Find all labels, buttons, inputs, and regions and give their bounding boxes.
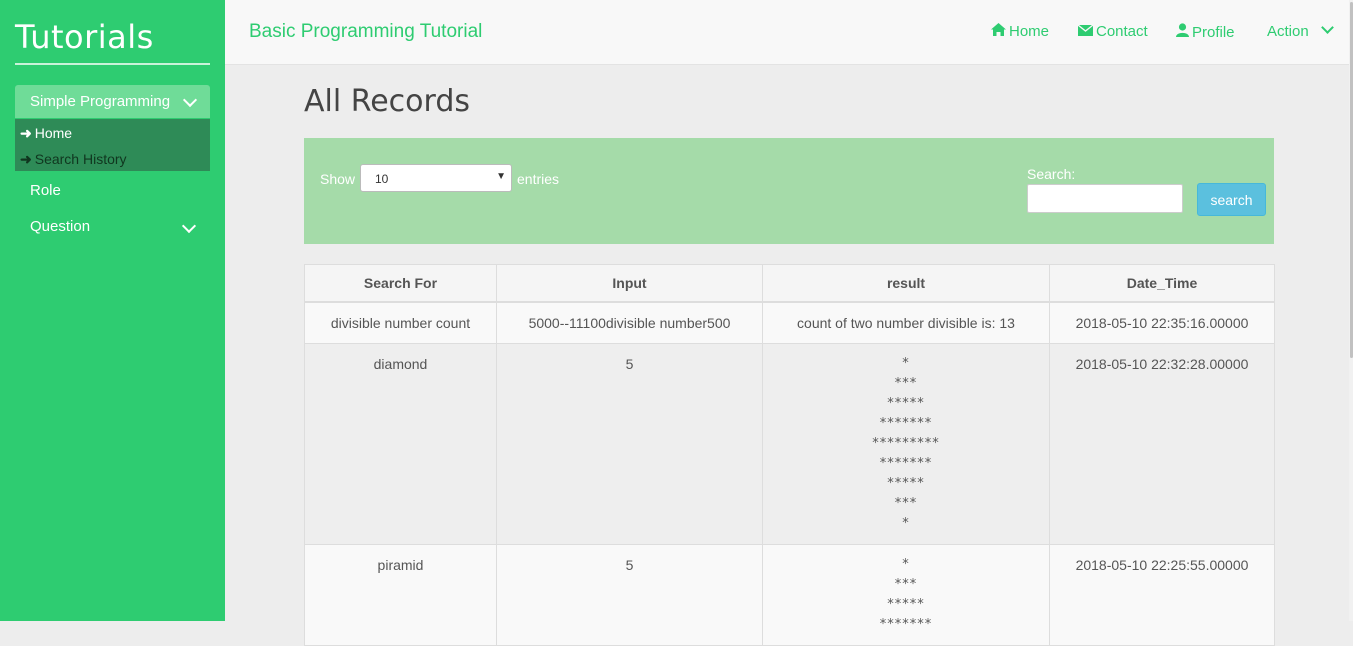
- entries-select-value: 10: [375, 172, 389, 186]
- home-icon: [991, 23, 1006, 39]
- table-row: piramid 5 * *** ***** ******* 2018-05-10…: [304, 544, 1275, 646]
- nav-link-label: Profile: [1192, 24, 1235, 41]
- column-header-search-for[interactable]: Search For: [304, 264, 497, 303]
- table-row: diamond 5 * *** ***** ******* ********* …: [304, 343, 1275, 545]
- chevron-down-icon: [1321, 21, 1334, 34]
- arrow-right-icon: ➜: [20, 125, 32, 141]
- submenu-item-label: Home: [34, 125, 73, 141]
- page-scrollbar[interactable]: [1349, 0, 1353, 621]
- cell-input: 5: [496, 343, 763, 545]
- sidebar-item-question[interactable]: Question: [30, 218, 197, 235]
- page-title: All Records: [304, 84, 471, 119]
- nav-action-dropdown[interactable]: Action: [1267, 21, 1334, 40]
- chevron-down-icon: [181, 218, 197, 234]
- table-header-row: Search For Input result Date_Time: [304, 264, 1275, 303]
- nav-contact-link[interactable]: Contact: [1077, 23, 1148, 40]
- records-table: Search For Input result Date_Time divisi…: [304, 264, 1275, 646]
- submenu-item-search-history[interactable]: ➜ Search History: [20, 151, 127, 168]
- cell-input: 5: [496, 544, 763, 646]
- column-header-input[interactable]: Input: [496, 264, 763, 303]
- nav-link-label: Contact: [1096, 23, 1148, 40]
- cell-date-time: 2018-05-10 22:35:16.00000: [1049, 301, 1275, 344]
- brand-title: Tutorials: [15, 18, 154, 56]
- search-button[interactable]: search: [1197, 183, 1266, 216]
- sidebar-item-simple-programming[interactable]: Simple Programming: [15, 85, 210, 118]
- sidebar: Tutorials Simple Programming ➜ Home ➜ Sear…: [0, 0, 225, 621]
- cell-search-for: diamond: [304, 343, 497, 545]
- arrow-right-icon: ➜: [20, 151, 32, 167]
- cell-result: * *** ***** *******: [762, 544, 1050, 646]
- submenu: ➜ Home ➜ Search History: [15, 119, 210, 171]
- submenu-item-label: Search History: [34, 151, 127, 167]
- records-table-wrap: Search For Input result Date_Time divisi…: [304, 264, 1275, 646]
- sidebar-item-label: Question: [30, 218, 91, 235]
- cell-result: count of two number divisible is: 13: [762, 301, 1050, 344]
- top-navbar: Basic Programming Tutorial Home Contact …: [225, 0, 1353, 65]
- sidebar-item-label: Simple Programming: [30, 93, 171, 110]
- cell-date-time: 2018-05-10 22:32:28.00000: [1049, 343, 1275, 545]
- cell-date-time: 2018-05-10 22:25:55.00000: [1049, 544, 1275, 646]
- column-header-result[interactable]: result: [762, 264, 1050, 303]
- site-title[interactable]: Basic Programming Tutorial: [249, 21, 482, 43]
- chevron-down-icon: [182, 92, 198, 108]
- envelope-icon: [1077, 23, 1094, 39]
- entries-label: entries: [517, 171, 560, 187]
- brand-divider: [15, 63, 210, 65]
- user-icon: [1176, 23, 1189, 40]
- search-label: Search:: [1027, 166, 1076, 182]
- sidebar-item-label: Role: [30, 182, 61, 199]
- nav-link-label: Action: [1267, 23, 1309, 40]
- nav-profile-link[interactable]: Profile: [1176, 23, 1235, 41]
- nav-home-link[interactable]: Home: [991, 23, 1049, 40]
- search-input[interactable]: [1027, 184, 1183, 213]
- cell-search-for: divisible number count: [304, 301, 497, 344]
- entries-select[interactable]: 10 ▼: [360, 164, 512, 192]
- sidebar-item-role[interactable]: Role: [30, 182, 61, 199]
- submenu-item-home[interactable]: ➜ Home: [20, 125, 72, 142]
- caret-down-icon: ▼: [496, 171, 506, 182]
- nav-link-label: Home: [1009, 23, 1050, 40]
- column-header-date-time[interactable]: Date_Time: [1049, 264, 1275, 303]
- cell-search-for: piramid: [304, 544, 497, 646]
- show-label: Show: [320, 171, 356, 187]
- cell-result: * *** ***** ******* ********* ******* **…: [762, 343, 1050, 545]
- filter-panel: Show 10 ▼ entries Search: search: [304, 138, 1274, 244]
- table-row: divisible number count 5000--11100divisi…: [304, 301, 1275, 344]
- cell-input: 5000--11100divisible number500: [496, 301, 763, 344]
